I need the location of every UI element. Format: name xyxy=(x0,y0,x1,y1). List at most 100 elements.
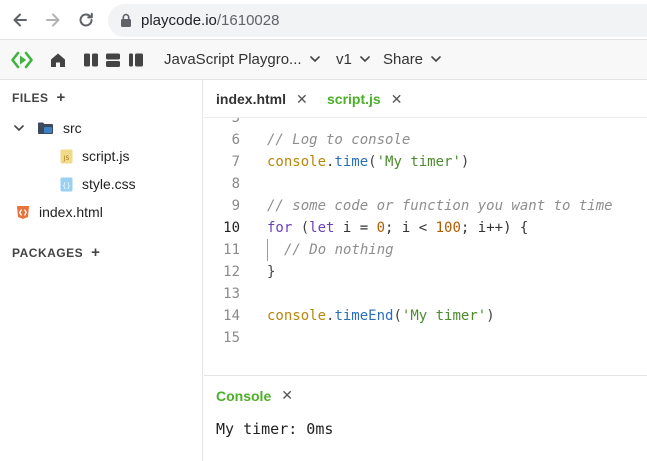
line-number: 15 xyxy=(223,330,240,346)
close-icon[interactable]: ✕ xyxy=(391,91,403,108)
code-token: time xyxy=(334,154,369,170)
layout-columns-icon xyxy=(84,53,98,67)
code-token: 0 xyxy=(376,220,386,236)
layout-split-button[interactable] xyxy=(128,50,144,70)
code-text: console.timeEnd('My timer') xyxy=(267,308,495,324)
tab-console[interactable]: Console ✕ xyxy=(216,387,293,404)
html-file-icon xyxy=(16,205,30,220)
line-number: 8 xyxy=(231,176,240,192)
tab-script-js[interactable]: script.js ✕ xyxy=(327,80,402,118)
url-path: /1610028 xyxy=(216,12,280,29)
tab-index-html[interactable]: index.html ✕ xyxy=(216,80,308,118)
back-button[interactable] xyxy=(9,9,31,31)
code-line: 14 console.timeEnd('My timer') xyxy=(204,305,647,327)
code-token: 'My timer' xyxy=(401,308,487,324)
code-line: 9 // some code or function you want to t… xyxy=(204,195,647,217)
layout-rows-button[interactable] xyxy=(105,50,121,70)
line-number: 9 xyxy=(231,198,240,214)
playcode-logo-button[interactable] xyxy=(11,50,33,70)
close-icon[interactable]: ✕ xyxy=(296,91,308,108)
code-token: ( xyxy=(368,154,377,170)
code-line: 7 console.time('My timer') xyxy=(204,151,647,173)
share-label: Share xyxy=(383,51,424,68)
packages-section-header: PACKAGES + xyxy=(12,244,100,261)
file-name: script.js xyxy=(82,148,130,164)
console-output: My timer: 0ms xyxy=(216,420,334,438)
file-script-js[interactable]: JS script.js xyxy=(60,145,129,167)
line-number: 7 xyxy=(231,154,240,170)
project-title-dropdown[interactable]: JavaScript Playgro... xyxy=(164,51,320,68)
chevron-down-icon xyxy=(360,56,370,63)
forward-button[interactable] xyxy=(42,9,64,31)
chevron-down-icon xyxy=(309,56,320,63)
layout-columns-button[interactable] xyxy=(83,50,99,70)
code-token: timeEnd xyxy=(334,308,394,324)
project-title: JavaScript Playgro... xyxy=(164,51,302,68)
console-tab-label: Console xyxy=(216,387,272,404)
packages-label: PACKAGES xyxy=(12,245,84,260)
code-editor[interactable]: 5 6 // Log to console 7 console.time('My… xyxy=(204,118,647,375)
line-number: 6 xyxy=(231,132,240,148)
file-style-css[interactable]: {} style.css xyxy=(60,173,136,195)
code-line: 15 xyxy=(204,327,647,349)
console-panel: Console ✕ My timer: 0ms xyxy=(204,375,647,461)
code-token: ( xyxy=(292,220,310,236)
version-label: v1 xyxy=(336,51,352,68)
url-text: playcode.io/1610028 xyxy=(141,12,279,29)
app-toolbar: JavaScript Playgro... v1 Share xyxy=(0,40,647,80)
reload-button[interactable] xyxy=(75,9,97,31)
address-bar[interactable]: playcode.io/1610028 xyxy=(108,4,647,37)
browser-bar: playcode.io/1610028 xyxy=(0,0,647,40)
line-number: 14 xyxy=(223,308,240,324)
code-token: 'My timer' xyxy=(376,154,461,170)
code-line-current: 10 for (let i = 0; i < 100; i++) { xyxy=(204,217,647,239)
home-button[interactable] xyxy=(49,50,67,70)
code-token: ) xyxy=(486,308,495,324)
playcode-logo-icon xyxy=(11,51,33,69)
file-index-html[interactable]: index.html xyxy=(16,201,103,223)
code-line: 12 } xyxy=(204,261,647,283)
code-line: 13 xyxy=(204,283,647,305)
app-root: playcode.io/1610028 JavaScript Playgro..… xyxy=(0,0,647,461)
files-label: FILES xyxy=(12,90,49,105)
code-comment: // Log to console xyxy=(267,132,411,148)
code-comment: // some code or function you want to tim… xyxy=(267,198,613,214)
add-package-button[interactable]: + xyxy=(91,244,100,261)
code-line: 11 // Do nothing xyxy=(204,239,647,261)
code-line: 5 xyxy=(204,118,647,129)
url-host: playcode.io xyxy=(141,12,217,29)
folder-src[interactable]: src xyxy=(14,117,82,139)
editor-tabs: index.html ✕ script.js ✕ xyxy=(204,80,647,118)
arrow-right-icon xyxy=(46,13,60,27)
share-dropdown[interactable]: Share xyxy=(383,51,441,68)
file-name: style.css xyxy=(82,176,136,192)
css-file-icon: {} xyxy=(60,177,73,192)
chevron-down-icon xyxy=(14,124,24,132)
code-token: console xyxy=(267,308,327,324)
code-token: } xyxy=(267,264,276,280)
home-icon xyxy=(51,53,65,67)
folder-name: src xyxy=(63,120,82,136)
code-token: ; i++) { xyxy=(460,220,529,236)
indent-guide xyxy=(267,239,268,261)
layout-rows-icon xyxy=(106,53,120,67)
files-section-header: FILES + xyxy=(12,89,66,106)
folder-icon xyxy=(37,121,54,135)
code-text: for (let i = 0; i < 100; i++) { xyxy=(267,220,528,236)
chevron-down-icon xyxy=(431,56,441,63)
add-file-button[interactable]: + xyxy=(57,89,66,106)
tab-label: index.html xyxy=(216,91,287,107)
code-token: 100 xyxy=(435,220,461,236)
svg-text:JS: JS xyxy=(63,155,70,162)
reload-icon xyxy=(79,12,93,27)
arrow-left-icon xyxy=(13,13,27,27)
file-sidebar: FILES + src JS script.js {} style.css in… xyxy=(0,80,203,461)
code-token: ; i < xyxy=(385,220,436,236)
close-icon[interactable]: ✕ xyxy=(281,387,293,404)
lock-icon xyxy=(121,13,131,27)
code-token: for xyxy=(267,220,293,236)
code-line: 8 xyxy=(204,173,647,195)
version-dropdown[interactable]: v1 xyxy=(336,51,370,68)
layout-split-icon xyxy=(129,53,143,67)
code-token: i xyxy=(334,220,360,236)
